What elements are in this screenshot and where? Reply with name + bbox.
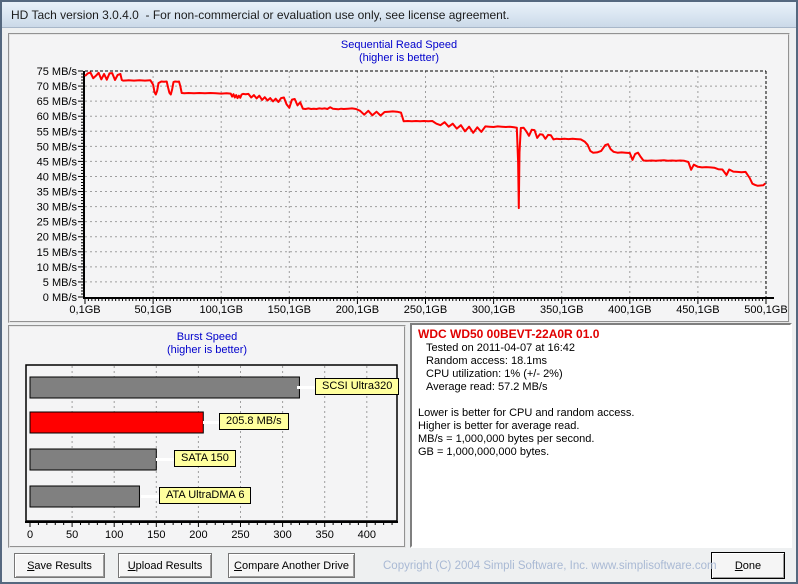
app-window: HD Tach version 3.0.4.0 - For non-commer…: [0, 0, 798, 584]
burst-speed-chart: 0 50 100 150 200 250 300 350 400: [25, 364, 398, 541]
label-connector: [297, 386, 316, 389]
upload-results-button[interactable]: Upload Results: [118, 553, 212, 578]
axis-tick-label: 100,1GB: [199, 304, 242, 316]
axis-tick-label: 200,1GB: [336, 304, 379, 316]
burst-bar-1: [29, 411, 204, 434]
info-note-mbs: MB/s = 1,000,000 bytes per second.: [418, 433, 595, 445]
info-line-tested-on: Tested on 2011-04-07 at 16:42: [426, 342, 576, 354]
axis-tick-label: 250: [231, 529, 249, 541]
axis-tick-label: 300,1GB: [472, 304, 515, 316]
axis-tick-label: 150,1GB: [268, 304, 311, 316]
label-connector: [141, 495, 160, 498]
sequential-read-chart: 0 MB/s 5 MB/s 10 MB/s 15 MB/s 20 MB/s 25 MB/s…: [37, 66, 788, 316]
axis-tick-label: 30 MB/s: [37, 202, 78, 214]
axis-tick-label: 400: [358, 529, 376, 541]
axis-tick-label: 450,1GB: [676, 304, 719, 316]
axis-tick-label: 350: [316, 529, 334, 541]
burst-chart-title: Burst Speed: [176, 331, 238, 343]
axis-tick-label: 350,1GB: [540, 304, 583, 316]
bar-label-sata-150: SATA 150: [174, 450, 236, 467]
axis-tick-label: 0: [27, 529, 33, 541]
axis-tick-label: 100: [105, 529, 123, 541]
axis-tick-label: 70 MB/s: [37, 81, 78, 93]
copyright-text: Copyright (C) 2004 Simpli Software, Inc.…: [383, 560, 717, 572]
axis-tick-label: 250,1GB: [404, 304, 447, 316]
sequential-read-panel: 0 MB/s 5 MB/s 10 MB/s 15 MB/s 20 MB/s 25 MB/s…: [8, 33, 790, 323]
axis-tick-label: 400,1GB: [608, 304, 651, 316]
label-connector: [203, 421, 220, 424]
axis-tick-label: 500,1GB: [744, 304, 787, 316]
axis-tick-label: 50: [66, 529, 78, 541]
info-line-cpu-utilization: CPU utilization: 1% (+/- 2%): [426, 368, 563, 380]
bar-label-scsi-ultra320: SCSI Ultra320: [315, 378, 400, 395]
axis-tick-label: 65 MB/s: [37, 96, 78, 108]
save-results-button[interactable]: Save Results: [14, 553, 105, 578]
axis-tick-label: 50,1GB: [134, 304, 171, 316]
axis-tick-label: 20 MB/s: [37, 232, 78, 244]
axis-tick-label: 50 MB/s: [37, 141, 78, 153]
bar-label-ata-ultradma6: ATA UltraDMA 6: [159, 487, 252, 504]
burst-bar-0: [29, 376, 300, 399]
axis-tick-label: 55 MB/s: [37, 126, 78, 138]
burst-bar-2: [29, 448, 157, 471]
axis-tick-label: 15 MB/s: [37, 247, 78, 259]
axis-tick-label: 25 MB/s: [37, 217, 78, 229]
axis-tick-label: 200: [189, 529, 207, 541]
axis-tick-label: 0 MB/s: [43, 292, 78, 304]
burst-bar-3: [29, 485, 140, 508]
seq-chart-title: Sequential Read Speed: [340, 39, 458, 51]
info-line-average-read: Average read: 57.2 MB/s: [426, 381, 548, 393]
info-note-lower: Lower is better for CPU and random acces…: [418, 407, 635, 419]
title-bar[interactable]: HD Tach version 3.0.4.0 - For non-commer…: [2, 2, 796, 28]
done-button[interactable]: Done: [711, 552, 785, 579]
compare-another-drive-button[interactable]: Compare Another Drive: [228, 553, 355, 578]
axis-tick-label: 150: [147, 529, 165, 541]
burst-speed-panel: 0 50 100 150 200 250 300 350 400 Burst Speed (hi…: [8, 325, 406, 548]
axis-tick-label: 300: [273, 529, 291, 541]
axis-tick-label: 40 MB/s: [37, 171, 78, 183]
axis-tick-label: 10 MB/s: [37, 262, 78, 274]
drive-name: WDC WD50 00BEVT-22A0R 01.0: [418, 327, 600, 341]
axis-tick-label: 5 MB/s: [43, 277, 78, 289]
drive-info-panel: WDC WD50 00BEVT-22A0R 01.0 Tested on 201…: [410, 323, 792, 548]
burst-chart-subtitle: (higher is better): [166, 344, 248, 356]
info-line-random-access: Random access: 18.1ms: [426, 355, 548, 367]
seq-chart-subtitle: (higher is better): [358, 52, 440, 64]
bar-label-drive-burst-value: 205.8 MB/s: [219, 413, 289, 430]
axis-tick-label: 45 MB/s: [37, 156, 78, 168]
axis-tick-label: 35 MB/s: [37, 187, 78, 199]
label-connector: [156, 458, 175, 461]
axis-tick-label: 0,1GB: [69, 304, 100, 316]
axis-tick-label: 60 MB/s: [37, 111, 78, 123]
info-note-higher: Higher is better for average read.: [418, 420, 580, 432]
axis-tick-label: 75 MB/s: [37, 66, 78, 78]
info-note-gb: GB = 1,000,000,000 bytes.: [418, 446, 550, 458]
window-title: HD Tach version 3.0.4.0 - For non-commer…: [11, 8, 510, 22]
